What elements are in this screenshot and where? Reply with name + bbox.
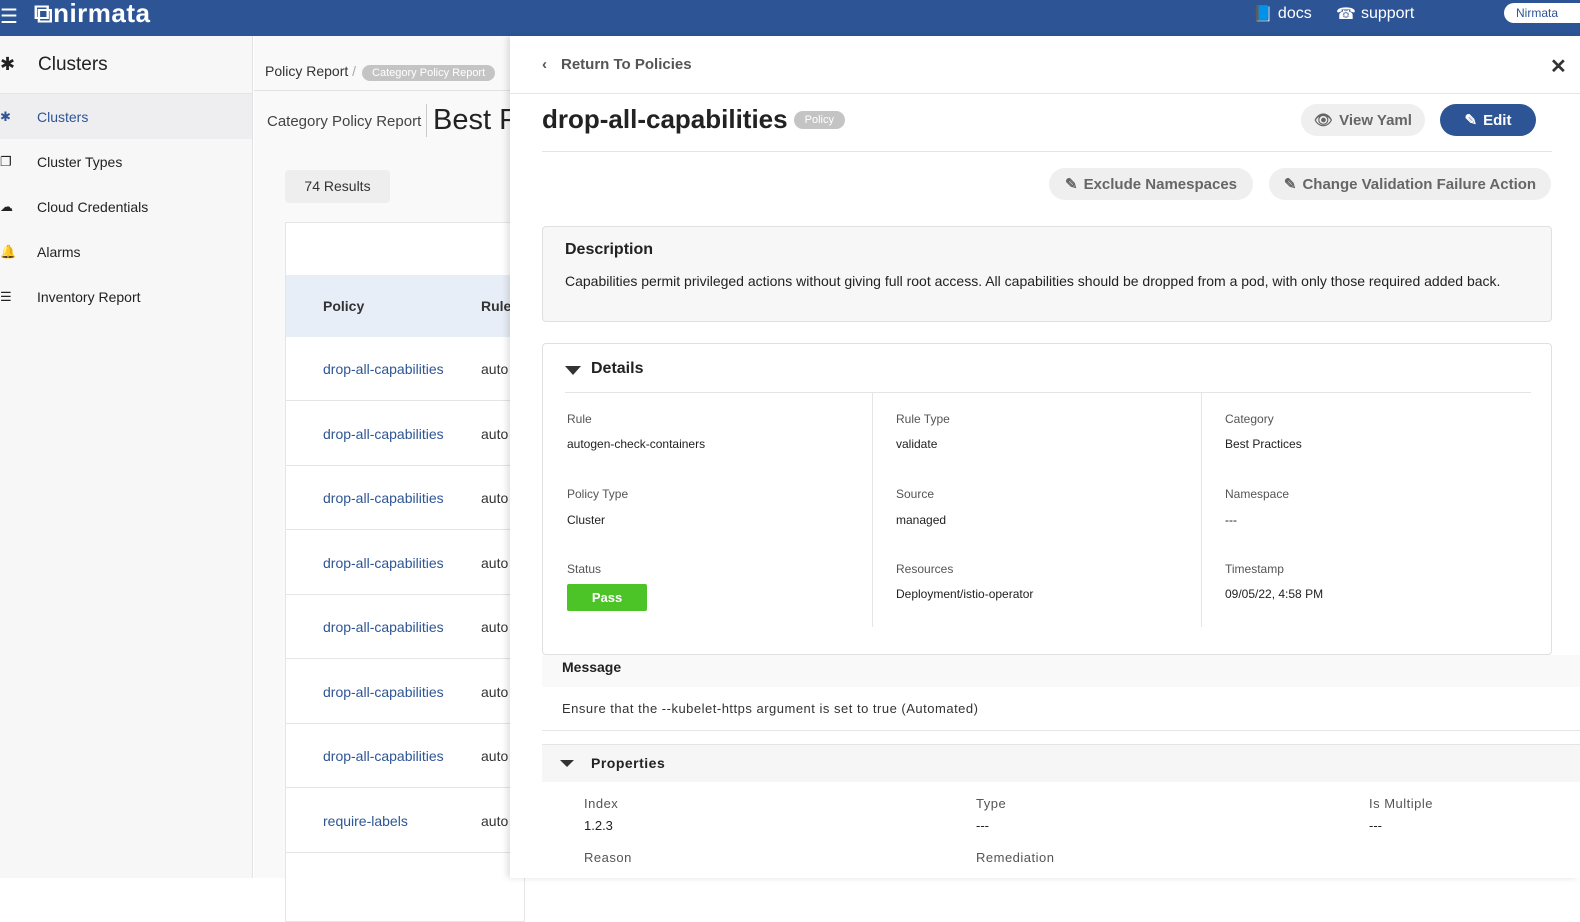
return-to-policies-button[interactable]: ‹ Return To Policies — [542, 56, 692, 73]
edit-icon: ✎ — [1283, 176, 1297, 193]
close-icon[interactable]: ✕ — [1550, 54, 1567, 79]
policy-title: drop-all-capabilities Policy — [542, 104, 845, 135]
policy-link[interactable]: drop-all-capabilities — [323, 748, 444, 764]
logo-mark-icon: ⧉ — [34, 0, 54, 28]
properties-toggle[interactable]: Properties — [542, 744, 1580, 782]
table-row: drop-all-capabilities auto — [286, 531, 526, 595]
book-icon: 📘 — [1253, 6, 1273, 23]
edit-icon: ✎ — [1065, 176, 1078, 193]
logo[interactable]: ⧉nirmata — [34, 0, 151, 30]
policy-link[interactable]: drop-all-capabilities — [323, 426, 444, 442]
sidebar-item-inventory-report[interactable]: ☰ Inventory Report — [0, 274, 252, 319]
edit-icon: ✎ — [1464, 112, 1478, 129]
table-row: drop-all-capabilities auto — [286, 402, 526, 466]
change-validation-failure-action-button[interactable]: ✎ Change Validation Failure Action — [1269, 168, 1551, 200]
policy-link[interactable]: drop-all-capabilities — [323, 361, 444, 377]
policy-link[interactable]: require-labels — [323, 813, 408, 829]
caret-down-icon[interactable] — [565, 366, 581, 375]
sidebar-item-clusters[interactable]: ✱ Clusters — [0, 94, 252, 139]
divider — [565, 392, 1531, 393]
divider — [510, 93, 1580, 94]
rule-cell: auto — [481, 619, 509, 635]
divider — [1201, 392, 1202, 627]
divider — [872, 392, 873, 627]
rule-cell: auto — [481, 490, 509, 506]
page-title: Best P — [426, 104, 518, 137]
sidebar-item-cluster-types[interactable]: ❐ Cluster Types — [0, 139, 252, 184]
rule-cell: auto — [481, 361, 509, 377]
table-row: drop-all-capabilities auto — [286, 337, 526, 401]
cloud-icon: ☁ — [0, 198, 13, 214]
eye-icon: 👁 — [1314, 112, 1334, 129]
top-navbar: ☰ ⧉nirmata 📘 docs ☎ support Nirmata — [0, 0, 1580, 36]
breadcrumb-policy-report[interactable]: Policy Report — [265, 63, 348, 79]
copy-icon: ❐ — [0, 153, 12, 169]
rule-cell: auto — [481, 554, 509, 571]
sidebar: ✱ Clusters ✱ Clusters ❐ Cluster Types ☁ Clou… — [0, 36, 253, 878]
chevron-left-icon: ‹ — [542, 56, 547, 73]
caret-down-icon — [560, 760, 574, 767]
policy-link[interactable]: drop-all-capabilities — [323, 619, 444, 635]
rule-cell: auto — [481, 812, 509, 829]
policy-detail-panel: ‹ Return To Policies ✕ drop-all-capabilit… — [510, 36, 1580, 878]
table-header: Policy Rule — [286, 275, 526, 337]
bell-icon: 🔔 — [0, 243, 17, 259]
message-text: Ensure that the --kubelet-https argument… — [542, 687, 1580, 731]
exclude-namespaces-button[interactable]: ✎ Exclude Namespaces — [1049, 168, 1253, 200]
sidebar-item-cloud-credentials[interactable]: ☁ Cloud Credentials — [0, 184, 252, 229]
sidebar-header: ✱ Clusters — [0, 36, 252, 94]
policy-report-list: Policy Report / Category Policy Report Ca… — [254, 36, 526, 922]
table-row: drop-all-capabilities auto — [286, 466, 526, 530]
docs-link[interactable]: 📘 docs — [1253, 4, 1312, 24]
table-row: drop-all-capabilities auto — [286, 724, 526, 788]
details-card: Details Rule autogen-check-containers Ru… — [542, 343, 1552, 655]
table-row: drop-all-capabilities auto — [286, 660, 526, 724]
menu-icon[interactable]: ☰ — [0, 4, 18, 29]
divider — [254, 90, 510, 91]
table-row: drop-all-capabilities auto — [286, 595, 526, 659]
edit-button[interactable]: ✎ Edit — [1440, 104, 1536, 136]
rule-cell: auto — [481, 683, 509, 700]
list-icon: ☰ — [0, 288, 12, 304]
rule-cell: auto — [481, 748, 509, 764]
org-selector[interactable]: Nirmata — [1504, 3, 1580, 23]
phone-icon: ☎ — [1336, 6, 1356, 23]
policy-link[interactable]: drop-all-capabilities — [323, 490, 444, 506]
page-subtitle: Category Policy Report — [267, 113, 422, 130]
policy-badge: Policy — [793, 110, 845, 129]
policy-table: Policy Rule drop-all-capabilities auto drop… — [285, 222, 526, 922]
divider — [542, 151, 1552, 152]
table-row: require-labels auto — [286, 789, 526, 853]
status-badge: Pass — [567, 584, 647, 611]
sidebar-item-alarms[interactable]: 🔔 Alarms — [0, 229, 252, 274]
policy-link[interactable]: drop-all-capabilities — [323, 684, 444, 700]
description-card: Description Capabilities permit privileg… — [542, 226, 1552, 322]
breadcrumb: Policy Report / Category Policy Report — [265, 63, 496, 81]
breadcrumb-current: Category Policy Report — [362, 65, 496, 81]
details-toggle[interactable]: Details — [591, 360, 643, 378]
message-heading: Message — [542, 655, 1580, 687]
clusters-icon: ✱ — [0, 108, 11, 124]
results-count: 74 Results — [285, 170, 390, 203]
rule-cell: auto — [481, 425, 509, 442]
policy-link[interactable]: drop-all-capabilities — [323, 555, 444, 571]
support-link[interactable]: ☎ support — [1336, 4, 1414, 24]
clusters-icon: ✱ — [0, 54, 16, 74]
view-yaml-button[interactable]: 👁 View Yaml — [1301, 104, 1425, 136]
